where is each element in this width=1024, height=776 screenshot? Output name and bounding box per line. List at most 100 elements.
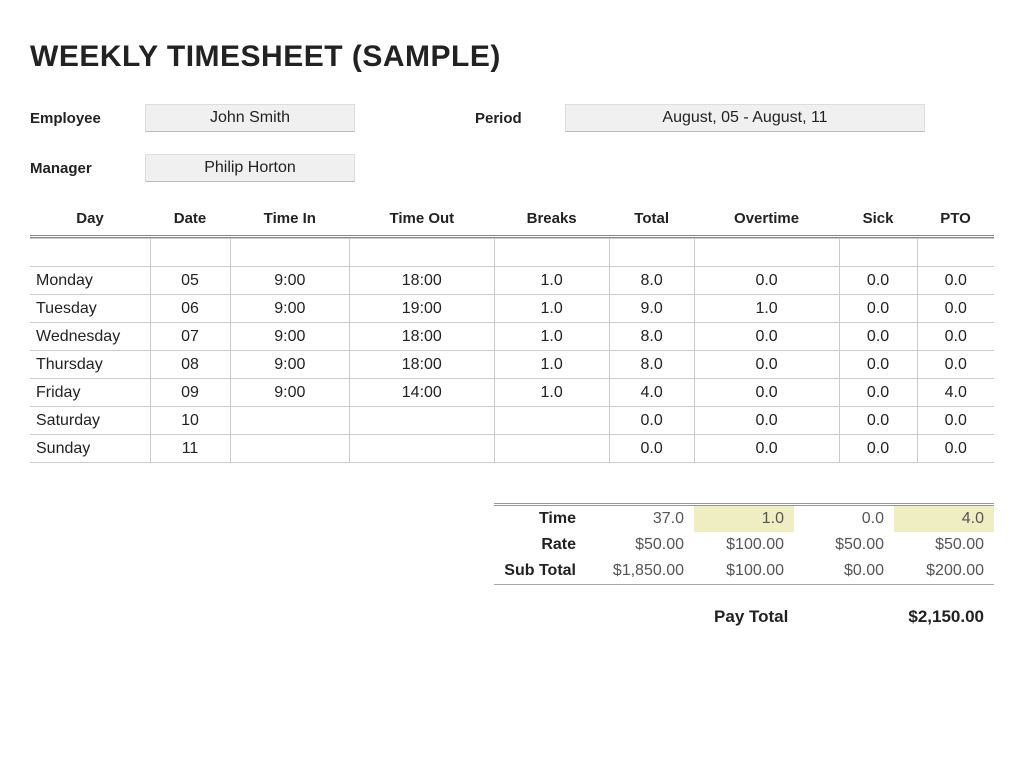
cell-date[interactable]: 09 (150, 379, 230, 407)
col-time-in: Time In (230, 204, 350, 237)
cell-sick[interactable]: 0.0 (839, 267, 917, 295)
cell-time-in[interactable] (230, 435, 350, 463)
summary-time-row: Time 37.0 1.0 0.0 4.0 (494, 506, 994, 532)
cell-total[interactable]: 0.0 (609, 407, 694, 435)
summary-time-pto: 4.0 (894, 506, 994, 532)
cell-sick[interactable]: 0.0 (839, 295, 917, 323)
col-overtime: Overtime (694, 204, 839, 237)
cell-overtime[interactable]: 0.0 (694, 435, 839, 463)
cell-time-in[interactable] (230, 407, 350, 435)
col-date: Date (150, 204, 230, 237)
col-breaks: Breaks (494, 204, 609, 237)
cell-day[interactable]: Monday (30, 267, 150, 295)
table-row: Thursday089:0018:001.08.00.00.00.0 (30, 351, 994, 379)
cell-sick[interactable]: 0.0 (839, 379, 917, 407)
cell-pto[interactable]: 0.0 (917, 407, 994, 435)
cell-sick[interactable]: 0.0 (839, 407, 917, 435)
cell-pto[interactable]: 0.0 (917, 351, 994, 379)
cell-time-out[interactable]: 18:00 (350, 351, 494, 379)
col-sick: Sick (839, 204, 917, 237)
pay-total-row: Pay Total $2,150.00 (30, 607, 994, 627)
cell-time-in[interactable]: 9:00 (230, 351, 350, 379)
cell-overtime[interactable]: 0.0 (694, 407, 839, 435)
summary-rate-sick: $50.00 (794, 532, 894, 558)
cell-date[interactable]: 05 (150, 267, 230, 295)
cell-total[interactable]: 8.0 (609, 267, 694, 295)
cell-time-out[interactable]: 18:00 (350, 323, 494, 351)
cell-total[interactable]: 0.0 (609, 435, 694, 463)
cell-date[interactable]: 06 (150, 295, 230, 323)
cell-date[interactable]: 11 (150, 435, 230, 463)
col-day: Day (30, 204, 150, 237)
cell-date[interactable]: 07 (150, 323, 230, 351)
table-row: Wednesday079:0018:001.08.00.00.00.0 (30, 323, 994, 351)
pay-total-value: $2,150.00 (908, 607, 984, 627)
summary-subtotal-overtime: $100.00 (694, 558, 794, 585)
period-field[interactable]: August, 05 - August, 11 (565, 104, 925, 132)
spacer-row (30, 239, 994, 267)
cell-sick[interactable]: 0.0 (839, 351, 917, 379)
cell-day[interactable]: Saturday (30, 407, 150, 435)
timesheet-table: Day Date Time In Time Out Breaks Total O… (30, 204, 994, 463)
cell-overtime[interactable]: 0.0 (694, 323, 839, 351)
cell-breaks[interactable]: 1.0 (494, 323, 609, 351)
cell-total[interactable]: 8.0 (609, 323, 694, 351)
cell-pto[interactable]: 0.0 (917, 295, 994, 323)
cell-sick[interactable]: 0.0 (839, 323, 917, 351)
summary-rate-row: Rate $50.00 $100.00 $50.00 $50.00 (494, 532, 994, 558)
cell-time-in[interactable]: 9:00 (230, 295, 350, 323)
cell-pto[interactable]: 0.0 (917, 267, 994, 295)
cell-date[interactable]: 10 (150, 407, 230, 435)
cell-breaks[interactable]: 1.0 (494, 267, 609, 295)
cell-time-out[interactable]: 19:00 (350, 295, 494, 323)
cell-overtime[interactable]: 0.0 (694, 379, 839, 407)
summary-time-overtime: 1.0 (694, 506, 794, 532)
pay-total-label: Pay Total (714, 607, 788, 627)
cell-pto[interactable]: 0.0 (917, 435, 994, 463)
cell-day[interactable]: Sunday (30, 435, 150, 463)
summary-subtotal-total: $1,850.00 (594, 558, 694, 585)
cell-time-in[interactable]: 9:00 (230, 323, 350, 351)
table-row: Tuesday069:0019:001.09.01.00.00.0 (30, 295, 994, 323)
col-pto: PTO (917, 204, 994, 237)
cell-time-out[interactable] (350, 435, 494, 463)
summary-table: Time 37.0 1.0 0.0 4.0 Rate $50.00 $100.0… (494, 503, 994, 585)
cell-total[interactable]: 8.0 (609, 351, 694, 379)
cell-date[interactable]: 08 (150, 351, 230, 379)
employee-label: Employee (30, 110, 125, 127)
cell-time-out[interactable] (350, 407, 494, 435)
cell-breaks[interactable]: 1.0 (494, 351, 609, 379)
cell-pto[interactable]: 4.0 (917, 379, 994, 407)
cell-total[interactable]: 4.0 (609, 379, 694, 407)
period-label: Period (475, 110, 545, 127)
cell-day[interactable]: Tuesday (30, 295, 150, 323)
manager-label: Manager (30, 160, 125, 177)
summary-subtotal-pto: $200.00 (894, 558, 994, 585)
employee-field[interactable]: John Smith (145, 104, 355, 132)
col-total: Total (609, 204, 694, 237)
page-title: WEEKLY TIMESHEET (SAMPLE) (30, 40, 994, 74)
cell-sick[interactable]: 0.0 (839, 435, 917, 463)
meta-section: Employee John Smith Period August, 05 - … (30, 104, 994, 182)
cell-day[interactable]: Friday (30, 379, 150, 407)
manager-field[interactable]: Philip Horton (145, 154, 355, 182)
cell-day[interactable]: Thursday (30, 351, 150, 379)
cell-time-in[interactable]: 9:00 (230, 379, 350, 407)
cell-breaks[interactable]: 1.0 (494, 295, 609, 323)
cell-breaks[interactable] (494, 435, 609, 463)
cell-breaks[interactable]: 1.0 (494, 379, 609, 407)
cell-breaks[interactable] (494, 407, 609, 435)
cell-time-out[interactable]: 18:00 (350, 267, 494, 295)
cell-overtime[interactable]: 1.0 (694, 295, 839, 323)
cell-overtime[interactable]: 0.0 (694, 351, 839, 379)
summary-rate-overtime: $100.00 (694, 532, 794, 558)
cell-total[interactable]: 9.0 (609, 295, 694, 323)
cell-overtime[interactable]: 0.0 (694, 267, 839, 295)
cell-time-in[interactable]: 9:00 (230, 267, 350, 295)
cell-time-out[interactable]: 14:00 (350, 379, 494, 407)
summary-subtotal-sick: $0.00 (794, 558, 894, 585)
cell-day[interactable]: Wednesday (30, 323, 150, 351)
table-row: Friday099:0014:001.04.00.00.04.0 (30, 379, 994, 407)
summary-time-sick: 0.0 (794, 506, 894, 532)
cell-pto[interactable]: 0.0 (917, 323, 994, 351)
